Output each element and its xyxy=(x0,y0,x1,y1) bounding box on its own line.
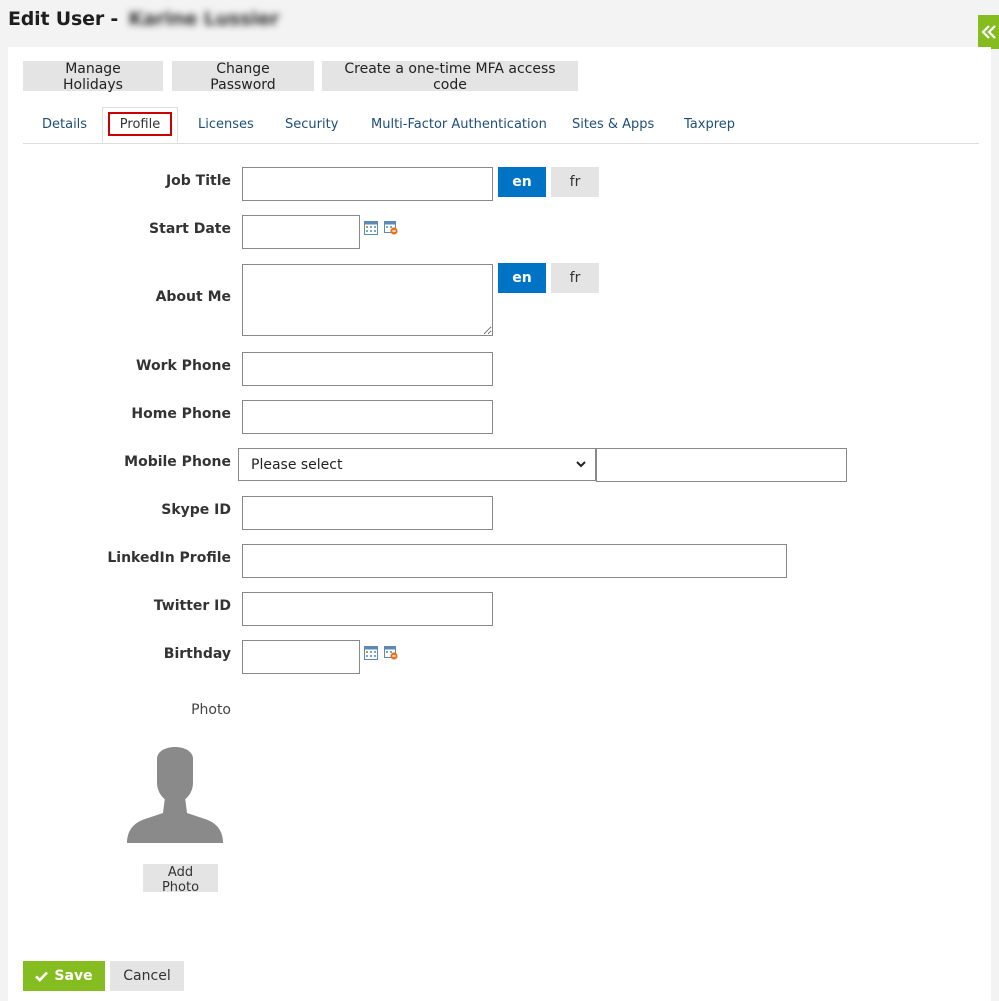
tab-profile[interactable]: Profile xyxy=(102,107,178,143)
tab-bar: Details Profile Licenses Security Multi-… xyxy=(23,107,979,144)
twitter-id-input[interactable] xyxy=(242,592,493,626)
skype-id-label: Skype ID xyxy=(161,502,231,518)
skype-id-input[interactable] xyxy=(242,496,493,530)
avatar-placeholder-icon xyxy=(127,737,223,843)
job-title-label: Job Title xyxy=(165,173,231,189)
title-bar: Edit User - Karine Lussier xyxy=(0,0,999,46)
tab-sites-apps[interactable]: Sites & Apps xyxy=(572,117,654,132)
tab-taxprep[interactable]: Taxprep xyxy=(684,117,735,132)
save-button[interactable]: Save xyxy=(23,961,105,991)
cancel-button[interactable]: Cancel xyxy=(110,961,184,991)
work-phone-label: Work Phone xyxy=(136,358,231,374)
manage-holidays-button[interactable]: Manage Holidays xyxy=(23,61,163,93)
photo-label: Photo xyxy=(191,702,231,718)
home-phone-input[interactable] xyxy=(242,400,493,434)
about-me-textarea[interactable] xyxy=(242,264,493,336)
tab-security[interactable]: Security xyxy=(285,117,338,132)
start-date-input[interactable] xyxy=(242,215,360,249)
mobile-phone-label: Mobile Phone xyxy=(124,454,231,470)
clear-date-icon[interactable] xyxy=(384,646,398,660)
linkedin-input[interactable] xyxy=(242,544,787,578)
job-title-lang-fr[interactable]: fr xyxy=(551,167,599,197)
about-me-lang-en[interactable]: en xyxy=(498,263,546,293)
page-title-prefix: Edit User - xyxy=(8,8,119,30)
calendar-icon[interactable] xyxy=(364,646,378,660)
user-name: Karine Lussier xyxy=(128,8,280,30)
start-date-label: Start Date xyxy=(149,221,231,237)
birthday-input[interactable] xyxy=(242,640,360,674)
chevron-down-icon xyxy=(576,461,586,468)
mobile-phone-select-value: Please select xyxy=(251,456,343,473)
tab-details[interactable]: Details xyxy=(42,117,87,132)
change-password-button[interactable]: Change Password xyxy=(172,61,314,93)
about-me-lang-fr[interactable]: fr xyxy=(551,263,599,293)
mfa-access-code-button[interactable]: Create a one-time MFA access code xyxy=(322,61,578,93)
tab-mfa[interactable]: Multi-Factor Authentication xyxy=(371,117,547,132)
calendar-icon[interactable] xyxy=(364,221,378,235)
job-title-lang-en[interactable]: en xyxy=(498,167,546,197)
twitter-id-label: Twitter ID xyxy=(153,598,231,614)
tab-profile-label: Profile xyxy=(108,112,172,136)
job-title-input[interactable] xyxy=(242,167,493,201)
birthday-label: Birthday xyxy=(163,646,231,662)
clear-date-icon[interactable] xyxy=(384,221,398,235)
linkedin-label: LinkedIn Profile xyxy=(107,550,231,566)
tab-licenses[interactable]: Licenses xyxy=(198,117,254,132)
home-phone-label: Home Phone xyxy=(131,406,231,422)
double-chevron-left-icon xyxy=(980,25,996,39)
collapse-panel-button[interactable] xyxy=(978,15,999,49)
save-button-label: Save xyxy=(54,968,93,984)
work-phone-input[interactable] xyxy=(242,352,493,386)
about-me-label: About Me xyxy=(155,289,231,305)
mobile-phone-country-select[interactable]: Please select xyxy=(238,448,596,481)
checkmark-icon xyxy=(35,971,49,982)
page-title: Edit User - Karine Lussier xyxy=(8,8,279,30)
mobile-phone-input[interactable] xyxy=(596,448,847,482)
add-photo-button[interactable]: Add Photo xyxy=(143,864,218,895)
